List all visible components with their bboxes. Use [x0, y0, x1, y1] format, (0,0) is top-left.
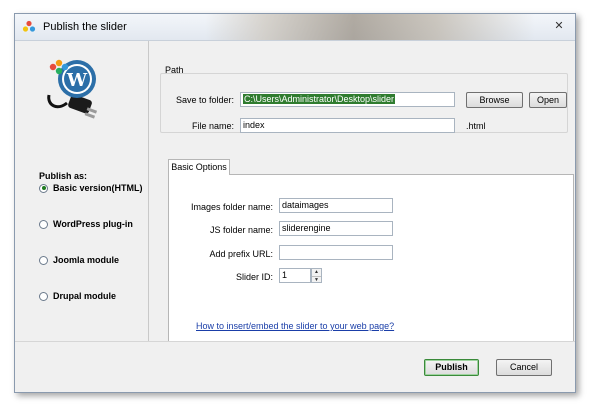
- radio-drupal-module[interactable]: Drupal module: [39, 289, 116, 303]
- radio-wordpress-plugin[interactable]: WordPress plug-in: [39, 217, 133, 231]
- radio-button[interactable]: [39, 219, 48, 229]
- svg-text:W: W: [66, 70, 88, 91]
- browse-button[interactable]: Browse: [466, 92, 523, 108]
- file-extension: .html: [466, 121, 486, 131]
- radio-label: WordPress plug-in: [53, 219, 133, 229]
- radio-button[interactable]: [39, 291, 48, 301]
- selected-text: C:\Users\Administrator\Desktop\slider: [243, 94, 396, 104]
- main-panel: Path Save to folder: C:\Users\Administra…: [149, 41, 575, 347]
- js-folder-input[interactable]: sliderengine: [279, 221, 393, 236]
- prefix-url-label: Add prefix URL:: [209, 249, 273, 259]
- file-name-input[interactable]: index: [240, 118, 455, 133]
- slider-id-stepper[interactable]: ▲ ▼: [311, 268, 322, 283]
- radio-label: Basic version(HTML): [53, 183, 143, 193]
- save-to-folder-input[interactable]: C:\Users\Administrator\Desktop\slider: [240, 92, 455, 107]
- radio-button[interactable]: [39, 255, 48, 265]
- title-bar-background-image: [205, 14, 535, 40]
- window-title: Publish the slider: [43, 21, 127, 33]
- wordpress-plugin-logo: W: [47, 59, 98, 119]
- cancel-button[interactable]: Cancel: [496, 359, 552, 376]
- help-embed-link[interactable]: How to insert/embed the slider to your w…: [196, 321, 394, 331]
- chevron-down-icon[interactable]: ▼: [312, 277, 321, 284]
- radio-label: Joomla module: [53, 255, 120, 265]
- publish-dialog: Publish the slider ✕ W Publish as: Basic…: [14, 13, 576, 393]
- save-to-folder-label: Save to folder:: [175, 95, 234, 105]
- radio-basic-version[interactable]: Basic version(HTML): [39, 181, 143, 195]
- images-folder-input[interactable]: dataimages: [279, 198, 393, 213]
- prefix-url-input[interactable]: [279, 245, 393, 260]
- publish-button[interactable]: Publish: [424, 359, 479, 376]
- app-icon: [22, 20, 36, 32]
- slider-id-input[interactable]: 1: [279, 268, 311, 283]
- tab-basic-options[interactable]: Basic Options: [168, 159, 230, 175]
- title-bar: Publish the slider ✕: [15, 14, 575, 41]
- images-folder-label: Images folder name:: [190, 202, 273, 212]
- js-folder-label: JS folder name:: [209, 225, 273, 235]
- chevron-up-icon[interactable]: ▲: [312, 269, 321, 277]
- file-name-label: File name:: [191, 121, 234, 131]
- radio-joomla-module[interactable]: Joomla module: [39, 253, 119, 267]
- slider-id-label: Slider ID:: [235, 272, 273, 282]
- radio-label: Drupal module: [53, 291, 117, 301]
- radio-button[interactable]: [39, 183, 48, 193]
- publish-type-panel: W Publish as: Basic version(HTML) WordPr…: [15, 41, 148, 342]
- publish-as-label: Publish as:: [39, 171, 88, 181]
- open-button[interactable]: Open: [529, 92, 567, 108]
- dialog-footer: Publish Cancel: [15, 341, 575, 392]
- close-icon[interactable]: ✕: [551, 19, 567, 33]
